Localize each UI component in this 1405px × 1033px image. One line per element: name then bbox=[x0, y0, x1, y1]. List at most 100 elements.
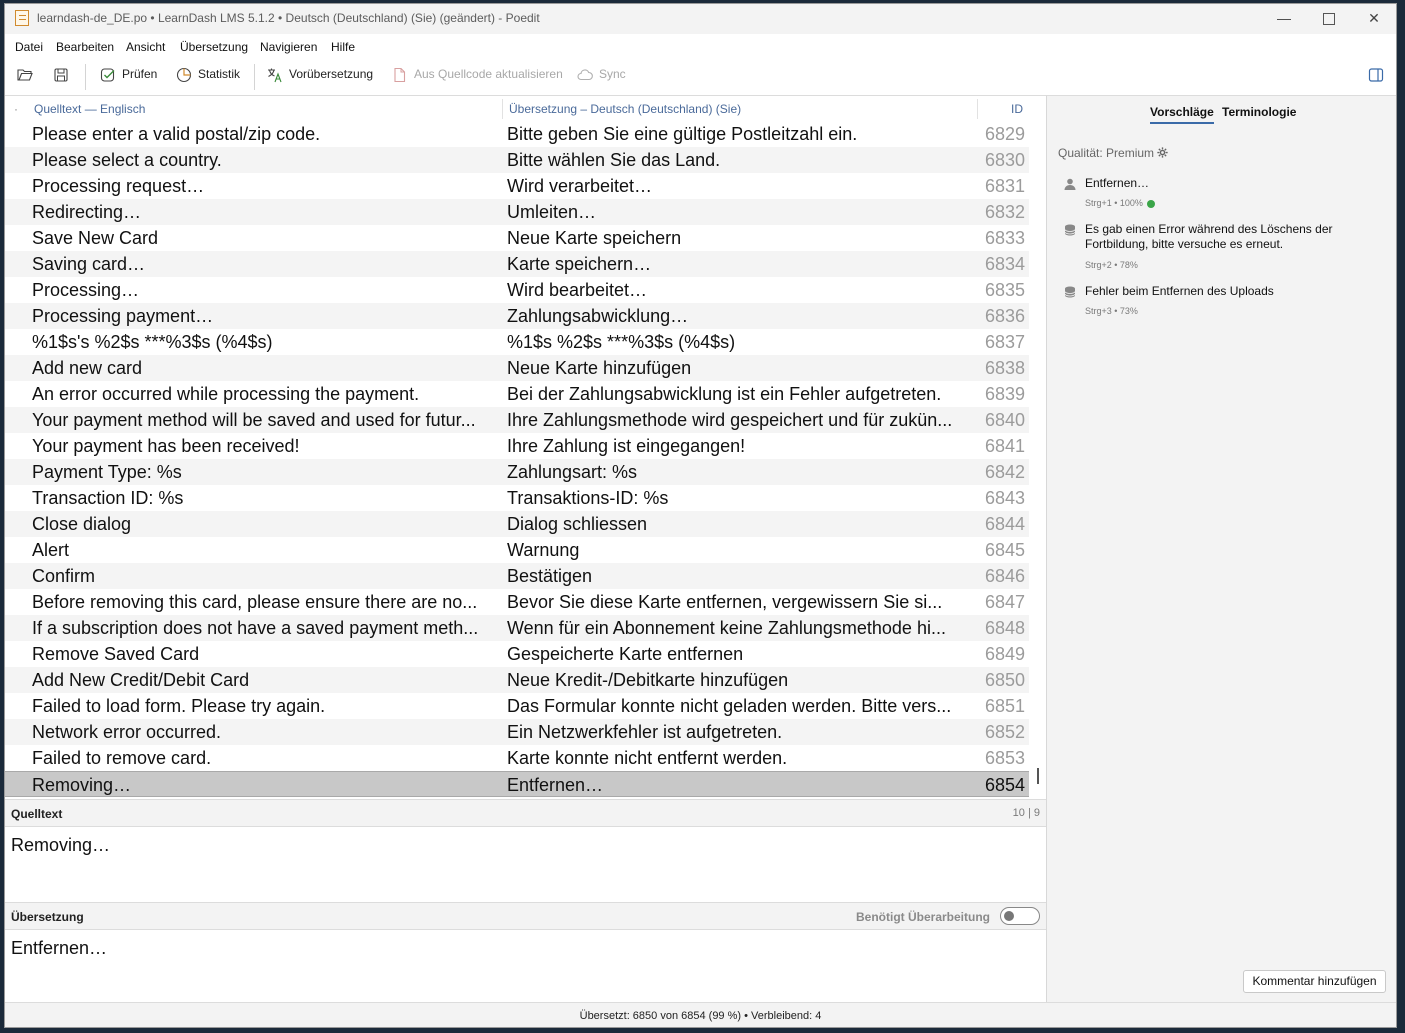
row-source-text: If a subscription does not have a saved … bbox=[32, 618, 479, 638]
save-button[interactable] bbox=[53, 67, 75, 87]
header-translation[interactable]: Übersetzung – Deutsch (Deutschland) (Sie… bbox=[509, 102, 741, 116]
row-id: 6852 bbox=[984, 722, 1025, 742]
save-icon bbox=[54, 68, 68, 82]
status-bar: Übersetzt: 6850 von 6854 (99 %) • Verble… bbox=[5, 1002, 1396, 1027]
translation-text: Entfernen… bbox=[11, 938, 108, 958]
translation-section-header: Übersetzung Benötigt Überarbeitung bbox=[5, 902, 1046, 930]
table-row[interactable]: Failed to load form. Please try again. Da… bbox=[5, 693, 1029, 719]
suggestion-item[interactable]: Es gab einen Error während des Löschens … bbox=[1058, 222, 1388, 272]
source-text: Removing… bbox=[11, 835, 111, 855]
row-id: 6851 bbox=[984, 696, 1025, 716]
row-source-text: Transaction ID: %s bbox=[32, 488, 184, 508]
row-translation-text: Wird verarbeitet… bbox=[507, 176, 653, 196]
header-id[interactable]: ID bbox=[1011, 102, 1023, 116]
maximize-icon bbox=[1323, 13, 1335, 26]
table-row[interactable]: Close dialog Dialog schliessen 6844 bbox=[5, 511, 1029, 537]
source-section-header: Quelltext 10 | 9 bbox=[5, 799, 1046, 827]
tab-suggestions[interactable]: Vorschläge bbox=[1150, 105, 1214, 124]
table-row[interactable]: Saving card… Karte speichern… 6834 bbox=[5, 251, 1029, 277]
menu-translation[interactable]: Übersetzung bbox=[180, 40, 248, 54]
row-id: 6839 bbox=[984, 384, 1025, 404]
table-row[interactable]: Add New Credit/Debit Card Neue Kredit-/De… bbox=[5, 667, 1029, 693]
suggestion-item[interactable]: Entfernen… Strg+1 • 100% bbox=[1058, 176, 1388, 212]
close-button[interactable]: ✕ bbox=[1351, 4, 1396, 34]
table-row[interactable]: Please select a country. Bitte wählen Sie… bbox=[5, 147, 1029, 173]
pretranslate-label: Vorübersetzung bbox=[289, 67, 374, 82]
row-translation-text: Bestätigen bbox=[507, 566, 593, 586]
header-source[interactable]: Quelltext — Englisch bbox=[34, 102, 145, 116]
table-row[interactable]: Please enter a valid postal/zip code. Bit… bbox=[5, 121, 1029, 147]
toggle-knob bbox=[1004, 911, 1014, 921]
folder-open-icon bbox=[17, 69, 33, 81]
row-translation-text: Neue Kredit-/Debitkarte hinzufügen bbox=[507, 670, 789, 690]
suggestion-text: Fehler beim Entfernen des Uploads bbox=[1085, 284, 1274, 298]
row-translation-text: Bitte geben Sie eine gültige Postleitzah… bbox=[507, 124, 858, 144]
row-translation-text: Wird bearbeitet… bbox=[507, 280, 648, 300]
row-translation-text: Wenn für ein Abonnement keine Zahlungsme… bbox=[507, 618, 946, 638]
menu-navigate[interactable]: Navigieren bbox=[260, 40, 317, 54]
tab-terminology[interactable]: Terminologie bbox=[1222, 105, 1296, 119]
row-translation-text: Karte konnte nicht entfernt werden. bbox=[507, 748, 788, 768]
needs-work-toggle[interactable] bbox=[1000, 907, 1040, 925]
table-row[interactable]: Before removing this card, please ensure… bbox=[5, 589, 1029, 615]
row-id: 6829 bbox=[984, 124, 1025, 144]
update-from-source-label: Aus Quellcode aktualisieren bbox=[414, 67, 563, 82]
row-source-text: Processing request… bbox=[32, 176, 205, 196]
table-row[interactable]: Confirm Bestätigen 6846 bbox=[5, 563, 1029, 589]
update-from-source-button[interactable]: Aus Quellcode aktualisieren bbox=[392, 67, 563, 87]
sync-button[interactable]: Sync bbox=[577, 67, 626, 87]
translation-section-title: Übersetzung bbox=[11, 910, 84, 924]
table-row[interactable]: Add new card Neue Karte hinzufügen 6838 bbox=[5, 355, 1029, 381]
suggestion-item[interactable]: Fehler beim Entfernen des Uploads Strg+3… bbox=[1058, 284, 1388, 320]
table-row-selected[interactable]: Removing… Entfernen… 6854 bbox=[5, 771, 1029, 797]
open-button[interactable] bbox=[17, 67, 39, 87]
row-source-text: Remove Saved Card bbox=[32, 644, 200, 664]
row-translation-text: Zahlungsabwicklung… bbox=[507, 306, 689, 326]
gear-icon[interactable] bbox=[1157, 147, 1169, 158]
minimize-button[interactable]: — bbox=[1261, 4, 1307, 34]
list-scrollbar[interactable] bbox=[1037, 768, 1039, 784]
menu-view[interactable]: Ansicht bbox=[126, 40, 165, 54]
row-id: 6830 bbox=[984, 150, 1025, 170]
table-row[interactable]: Processing request… Wird verarbeitet… 6831 bbox=[5, 173, 1029, 199]
pretranslate-button[interactable]: Vorübersetzung bbox=[267, 67, 373, 87]
row-id: 6837 bbox=[984, 332, 1025, 352]
table-row[interactable]: Transaction ID: %s Transaktions-ID: %s 684… bbox=[5, 485, 1029, 511]
table-row[interactable]: Processing payment… Zahlungsabwicklung… 68… bbox=[5, 303, 1029, 329]
table-row[interactable]: Processing… Wird bearbeitet… 6835 bbox=[5, 277, 1029, 303]
row-translation-text: Bevor Sie diese Karte entfernen, vergewi… bbox=[507, 592, 943, 612]
table-row[interactable]: An error occurred while processing the p… bbox=[5, 381, 1029, 407]
translation-list: · Quelltext — Englisch Übersetzung – Deu… bbox=[5, 95, 1046, 797]
table-row[interactable]: If a subscription does not have a saved … bbox=[5, 615, 1029, 641]
menu-file[interactable]: Datei bbox=[15, 40, 43, 54]
row-id: 6832 bbox=[984, 202, 1025, 222]
table-row[interactable]: Your payment has been received! Ihre Zahl… bbox=[5, 433, 1029, 459]
table-row[interactable]: Redirecting… Umleiten… 6832 bbox=[5, 199, 1029, 225]
row-source-text: Failed to load form. Please try again. bbox=[32, 696, 326, 716]
add-comment-button[interactable]: Kommentar hinzufügen bbox=[1243, 970, 1386, 993]
statistics-button[interactable]: Statistik bbox=[176, 67, 240, 87]
maximize-button[interactable] bbox=[1306, 4, 1352, 34]
validate-button[interactable]: Prüfen bbox=[100, 67, 157, 87]
table-row[interactable]: %1$s's %2$s ***%3$s (%4$s) %1$s %2$s ***%… bbox=[5, 329, 1029, 355]
table-row[interactable]: Payment Type: %s Zahlungsart: %s 6842 bbox=[5, 459, 1029, 485]
suggestion-meta: Strg+3 • 73% bbox=[1085, 306, 1138, 316]
table-row[interactable]: Failed to remove card. Karte konnte nicht… bbox=[5, 745, 1029, 771]
translation-text-input[interactable]: Entfernen… bbox=[5, 930, 1046, 1002]
table-row[interactable]: Network error occurred. Ein Netzwerkfehle… bbox=[5, 719, 1029, 745]
row-translation-text: Dialog schliessen bbox=[507, 514, 648, 534]
sidebar-toggle-icon bbox=[1368, 68, 1384, 82]
suggestion-meta: Strg+1 • 100% bbox=[1085, 198, 1156, 208]
menu-help[interactable]: Hilfe bbox=[331, 40, 355, 54]
table-row[interactable]: Alert Warnung 6845 bbox=[5, 537, 1029, 563]
row-source-text: Your payment has been received! bbox=[32, 436, 300, 456]
toggle-sidebar-button[interactable] bbox=[1368, 67, 1390, 87]
table-row[interactable]: Save New Card Neue Karte speichern 6833 bbox=[5, 225, 1029, 251]
needs-work-label: Benötigt Überarbeitung bbox=[856, 910, 990, 924]
table-row[interactable]: Remove Saved Card Gespeicherte Karte entf… bbox=[5, 641, 1029, 667]
table-row[interactable]: Your payment method will be saved and us… bbox=[5, 407, 1029, 433]
menu-edit[interactable]: Bearbeiten bbox=[56, 40, 114, 54]
toolbar: Prüfen Statistik Vorübersetzung Aus Quel… bbox=[5, 62, 1396, 92]
source-text-view: Removing… bbox=[5, 827, 1046, 902]
row-translation-text: Neue Karte speichern bbox=[507, 228, 682, 248]
